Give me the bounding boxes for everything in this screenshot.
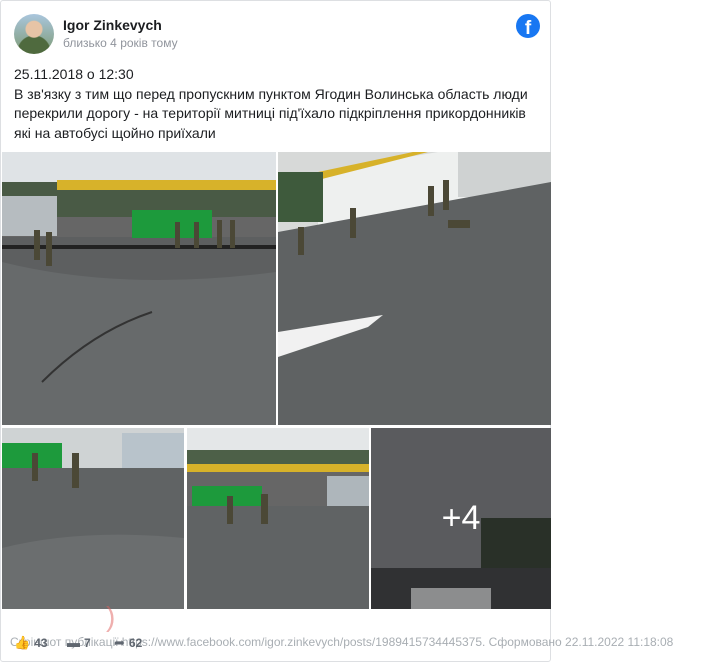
post-date-line: 25.11.2018 о 12:30: [14, 66, 134, 82]
author-avatar[interactable]: [14, 14, 54, 54]
post-photo-5[interactable]: +4: [371, 428, 551, 609]
post-body: В зв'язку з тим що перед пропускним пунк…: [14, 85, 528, 141]
post-photo-2[interactable]: [278, 152, 551, 425]
shares-stat[interactable]: ➦ 62: [114, 635, 142, 651]
comments-count: 7: [84, 635, 91, 650]
post-photo-3[interactable]: [2, 428, 184, 609]
shares-count: 62: [128, 636, 143, 650]
comment-icon: ▬: [67, 635, 80, 650]
post-photo-4[interactable]: [187, 428, 369, 609]
more-photos-count: +4: [441, 499, 481, 537]
likes-stat[interactable]: 👍 43: [14, 635, 48, 651]
watermark-icon: ): [106, 601, 116, 632]
screenshot-caption: Скріншот публікації https://www.facebook…: [10, 635, 674, 649]
author-name[interactable]: Igor Zinkevych: [63, 17, 162, 33]
post-footer: Скріншот публікації https://www.facebook…: [10, 635, 710, 651]
comments-stat[interactable]: ▬ 7: [67, 635, 91, 650]
facebook-post-card: Igor Zinkevych близько 4 років тому f 25…: [0, 0, 551, 662]
thumbs-up-icon: 👍: [14, 635, 31, 650]
more-photos-overlay[interactable]: +4: [371, 428, 551, 609]
post-text: 25.11.2018 о 12:30 В зв'язку з тим що пе…: [14, 65, 539, 143]
post-time[interactable]: близько 4 років тому: [63, 36, 178, 50]
share-icon: ➦: [114, 635, 125, 650]
post-photo-1[interactable]: [2, 152, 276, 425]
likes-count: 43: [34, 636, 48, 650]
facebook-icon[interactable]: f: [516, 14, 540, 38]
